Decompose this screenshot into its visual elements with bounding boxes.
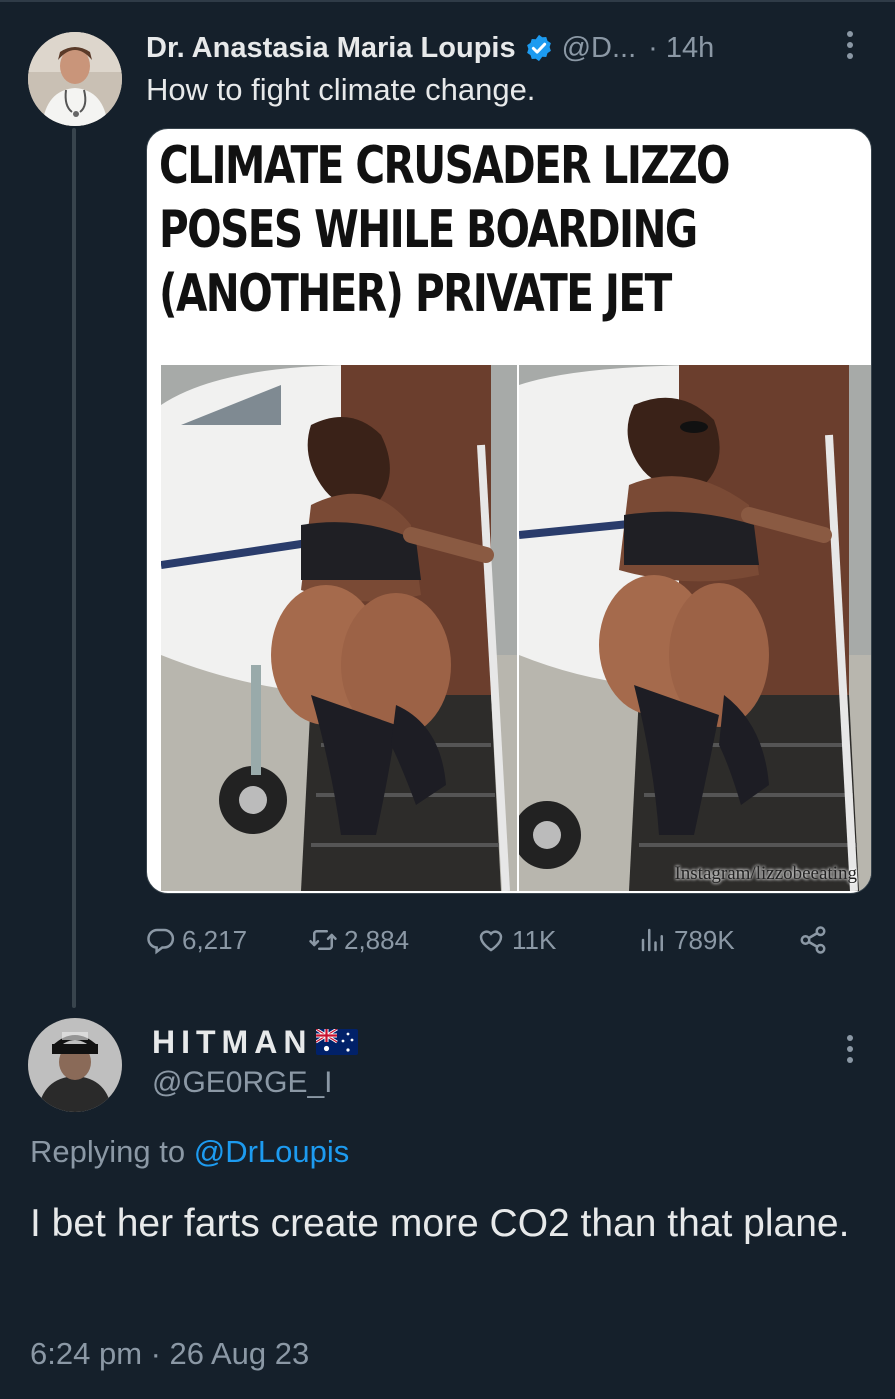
reply-author-name[interactable]: HITMAN <box>152 1024 312 1061</box>
more-options-icon[interactable] <box>838 28 862 64</box>
author-handle[interactable]: @D... <box>562 32 637 65</box>
reply-more-options-icon[interactable] <box>838 1032 862 1068</box>
retweet-count: 2,884 <box>344 924 410 955</box>
australia-flag-icon <box>316 1029 359 1055</box>
replying-to-prefix: Replying to <box>30 1134 186 1169</box>
media-headline: CLIMATE CRUSADER LIZZO POSES WHILE BOARD… <box>159 135 731 327</box>
reply-timestamp[interactable]: 6:24 pm · 26 Aug 23 <box>30 1336 309 1372</box>
replying-to-line: Replying to @DrLoupis <box>30 1134 349 1170</box>
tweet-media-image[interactable]: CLIMATE CRUSADER LIZZO POSES WHILE BOARD… <box>146 128 872 894</box>
view-count: 789K <box>674 924 735 955</box>
views-button[interactable]: 789K <box>638 918 735 962</box>
retweet-button[interactable]: 2,884 <box>308 918 409 962</box>
share-icon <box>800 926 826 954</box>
headline-line: CLIMATE CRUSADER LIZZO <box>159 136 731 196</box>
thread-connector-line <box>72 128 76 1008</box>
share-button[interactable] <box>798 918 834 962</box>
author-name[interactable]: Dr. Anastasia Maria Loupis <box>146 32 516 65</box>
photo-right <box>519 365 871 891</box>
views-chart-icon <box>641 928 663 952</box>
photo-left <box>161 365 517 891</box>
reply-text: I bet her farts create more CO2 than tha… <box>30 1202 850 1245</box>
headline-line: POSES WHILE BOARDING <box>159 200 698 260</box>
time-separator: · <box>648 31 658 64</box>
verified-badge-icon <box>526 34 551 62</box>
tweet-text: How to fight climate change. <box>146 72 536 107</box>
retweet-icon <box>309 930 337 950</box>
time-value: 14h <box>665 31 715 64</box>
image-credit: Instagram/lizzobeeating <box>674 863 857 884</box>
top-divider <box>0 0 895 2</box>
author-avatar[interactable] <box>28 32 122 126</box>
reply-author-row: HITMAN <box>152 1022 359 1062</box>
like-count: 11K <box>512 924 557 955</box>
tweet-time[interactable]: · 14h <box>648 32 714 65</box>
reply-author-handle[interactable]: @GE0RGE_I <box>152 1066 333 1100</box>
reply-author-avatar[interactable] <box>28 1018 122 1112</box>
reply-count: 6,217 <box>182 924 248 955</box>
tweet-header: Dr. Anastasia Maria Loupis @D... · 14h <box>146 26 866 70</box>
reply-icon <box>147 928 175 955</box>
reply-button[interactable]: 6,217 <box>146 918 247 962</box>
heart-icon <box>479 930 503 952</box>
headline-line: (ANOTHER) PRIVATE JET <box>159 264 672 324</box>
replying-to-mention[interactable]: @DrLoupis <box>194 1134 350 1169</box>
like-button[interactable]: 11K <box>476 918 556 962</box>
tweet-action-bar: 6,217 2,884 11K 789K <box>146 918 846 962</box>
